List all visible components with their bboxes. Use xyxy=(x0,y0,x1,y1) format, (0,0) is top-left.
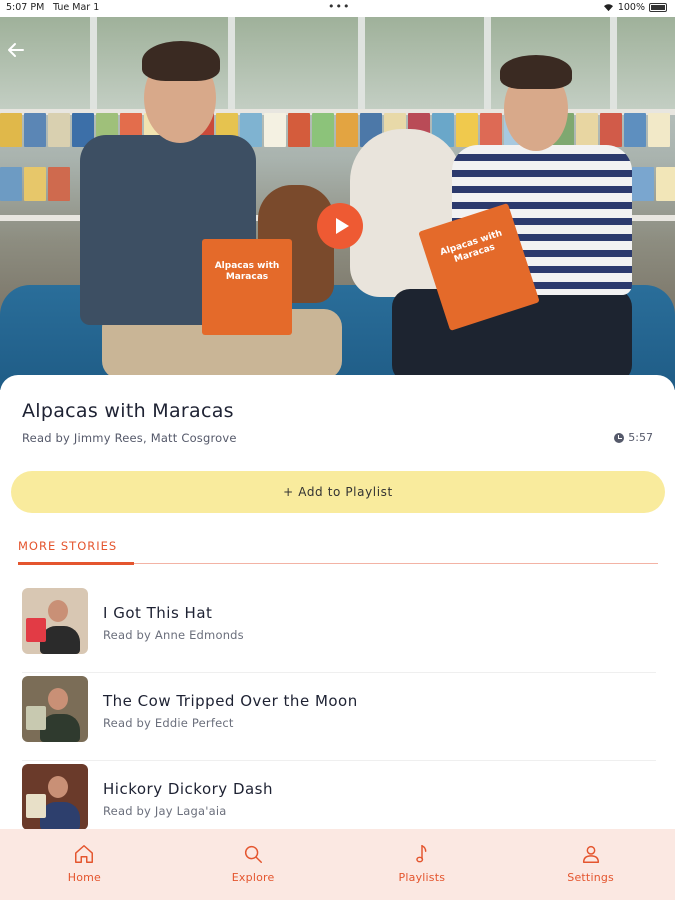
list-item-read-by: Read by Eddie Perfect xyxy=(103,716,234,730)
list-item-title: The Cow Tripped Over the Moon xyxy=(103,692,358,710)
story-thumbnail xyxy=(22,676,88,742)
nav-playlists-label: Playlists xyxy=(398,871,446,884)
multitasking-dots-icon[interactable]: ••• xyxy=(328,0,350,13)
add-to-playlist-button[interactable]: + Add to Playlist xyxy=(11,471,665,513)
user-icon xyxy=(582,845,599,863)
story-title: Alpacas with Maracas xyxy=(22,400,234,422)
nav-settings-label: Settings xyxy=(567,871,614,884)
nav-settings[interactable]: Settings xyxy=(506,829,675,900)
play-icon xyxy=(335,218,349,234)
battery-percentage: 100% xyxy=(617,2,645,13)
list-item-title: I Got This Hat xyxy=(103,604,213,622)
search-icon xyxy=(245,845,263,863)
bottom-navigation: Home Explore Playlists Settings xyxy=(0,829,675,900)
status-time: 5:07 PM xyxy=(6,2,45,13)
battery-icon xyxy=(649,3,667,12)
status-bar: 5:07 PM Tue Mar 1 ••• 100% xyxy=(0,0,675,17)
tab-underline xyxy=(18,562,134,565)
story-duration: 5:57 xyxy=(614,431,653,444)
list-item[interactable]: I Got This Hat Read by Anne Edmonds xyxy=(22,585,656,673)
nav-playlists[interactable]: Playlists xyxy=(338,829,507,900)
tab-more-stories[interactable]: MORE STORIES xyxy=(18,539,117,553)
list-item[interactable]: The Cow Tripped Over the Moon Read by Ed… xyxy=(22,673,656,761)
nav-home-label: Home xyxy=(67,871,102,884)
story-details: Alpacas with Maracas Read by Jimmy Rees,… xyxy=(0,375,675,830)
video-player[interactable]: Alpacas with Maracas Alpacas with Maraca… xyxy=(0,17,675,390)
play-button[interactable] xyxy=(317,203,363,249)
home-icon xyxy=(75,845,94,863)
nav-explore[interactable]: Explore xyxy=(169,829,338,900)
status-date: Tue Mar 1 xyxy=(53,2,100,13)
wifi-icon xyxy=(603,4,613,12)
list-item-title: Hickory Dickory Dash xyxy=(103,780,274,798)
more-stories-list: I Got This Hat Read by Anne Edmonds The … xyxy=(22,585,656,849)
list-item-read-by: Read by Jay Laga'aia xyxy=(103,804,227,818)
story-thumbnail xyxy=(22,764,88,830)
book-cover-left: Alpacas with Maracas xyxy=(202,239,292,335)
arrow-left-icon[interactable] xyxy=(6,40,28,62)
nav-home[interactable]: Home xyxy=(0,829,169,900)
background-windows xyxy=(0,17,675,109)
story-read-by: Read by Jimmy Rees, Matt Cosgrove xyxy=(22,431,237,445)
duration-text: 5:57 xyxy=(628,431,653,444)
clock-icon xyxy=(614,432,625,443)
music-note-icon xyxy=(416,845,427,863)
list-item-read-by: Read by Anne Edmonds xyxy=(103,628,244,642)
nav-explore-label: Explore xyxy=(231,871,275,884)
story-thumbnail xyxy=(22,588,88,654)
status-indicators: 100% xyxy=(603,2,667,13)
